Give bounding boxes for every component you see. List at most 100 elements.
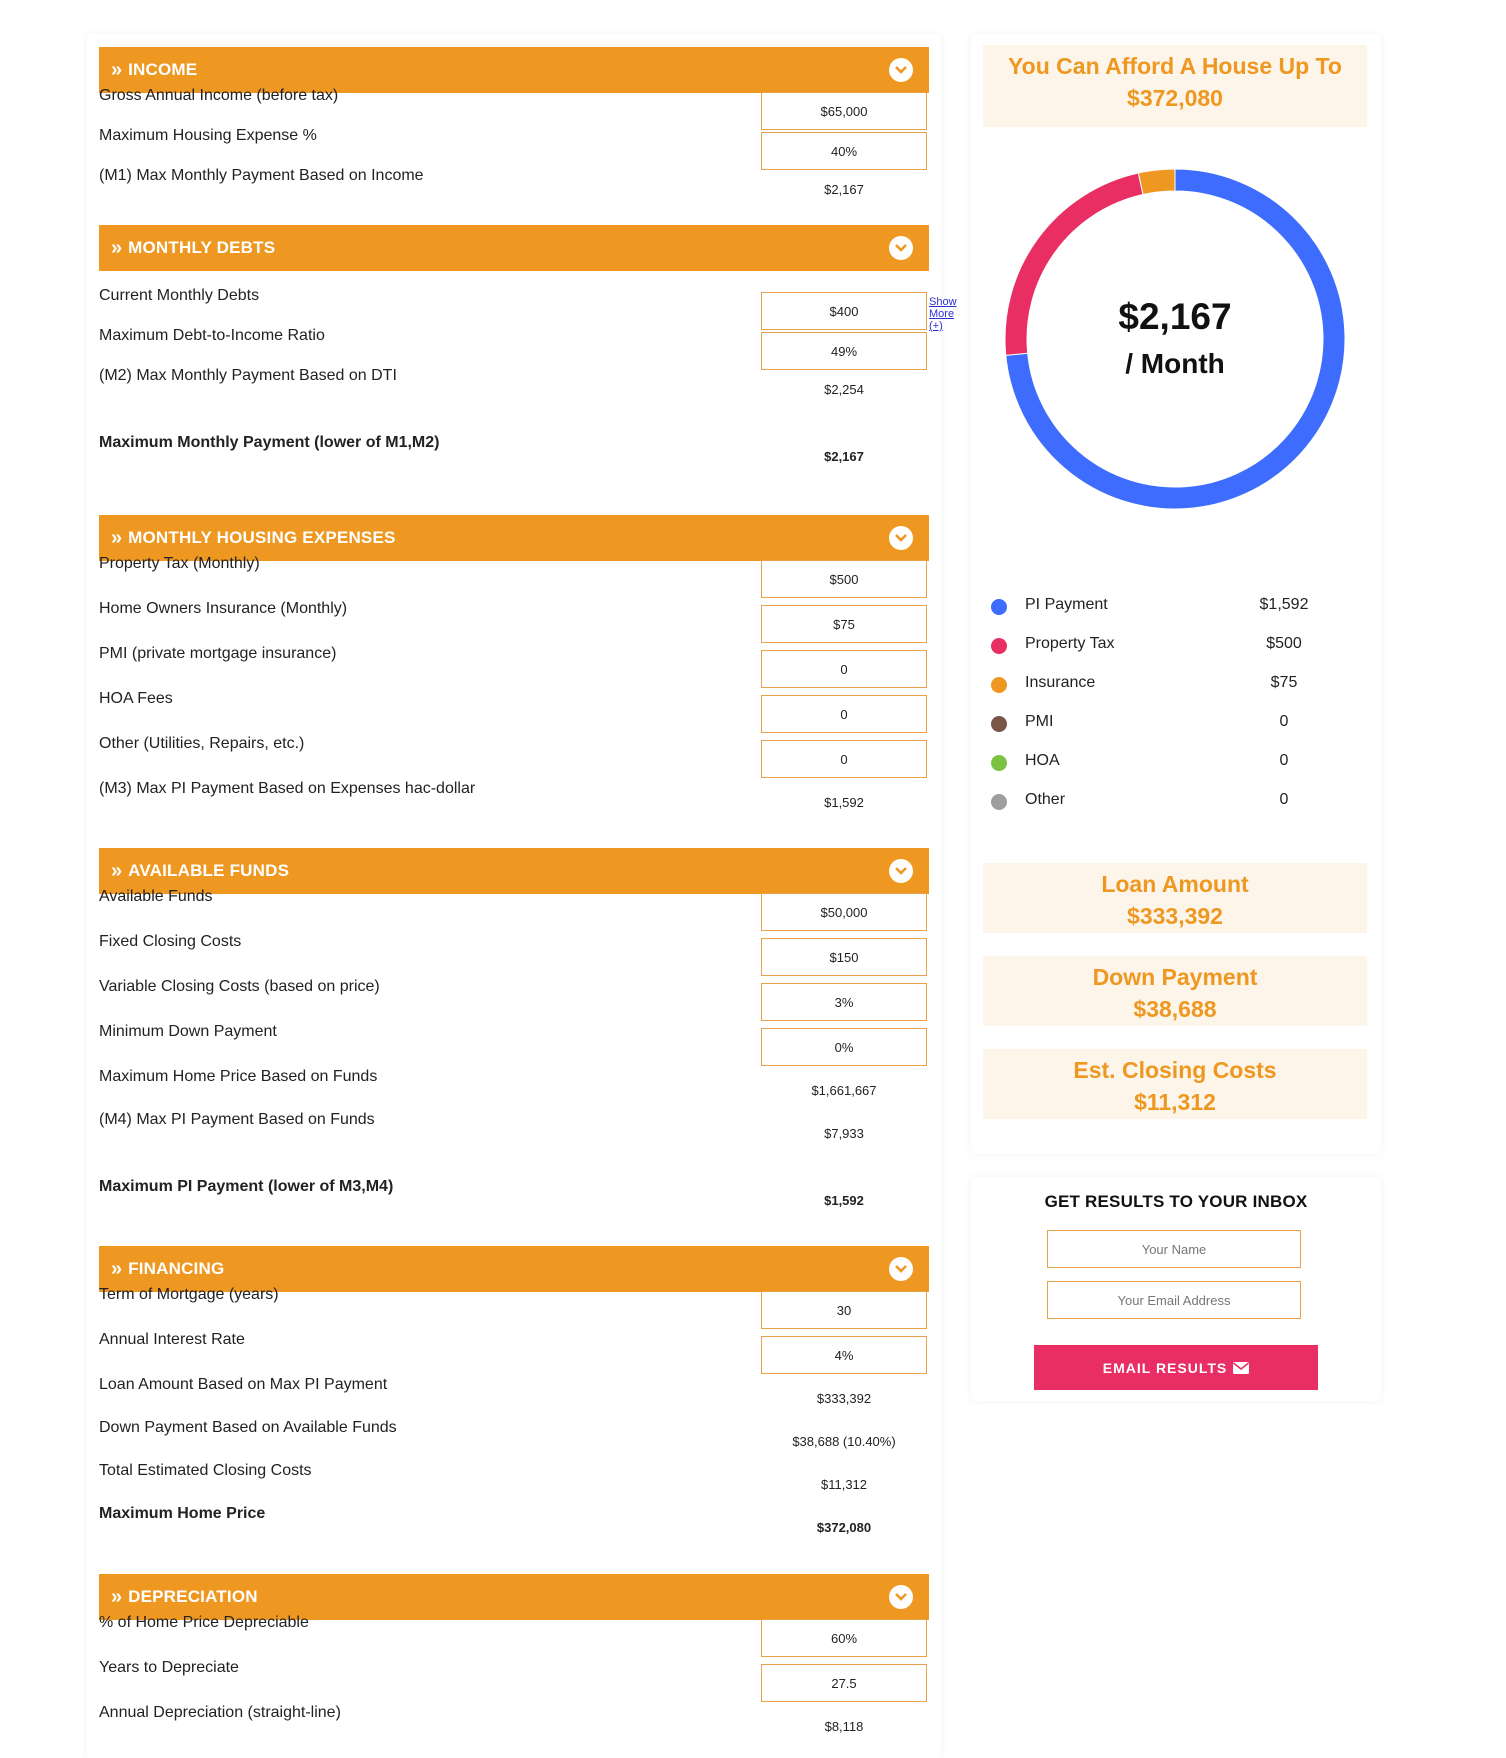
afford-title: You Can Afford A House Up To [1008,53,1342,79]
field-label: Term of Mortgage (years) [99,1286,279,1303]
other-input[interactable]: 0 [761,740,927,778]
closing-costs-box: Est. Closing Costs $11,312 [983,1049,1367,1119]
row-m2: (M2) Max Monthly Payment Based on DTI $2… [99,366,929,406]
email-results-button[interactable]: EMAIL RESULTS [1034,1345,1318,1390]
section-title: MONTHLY HOUSING EXPENSES [128,528,396,547]
legend-value: $1,592 [1259,596,1309,613]
legend-name: PMI [1025,713,1054,730]
years-depreciate-input[interactable]: 27.5 [761,1664,927,1702]
legend-value: $75 [1270,674,1298,691]
legend-dot [991,755,1007,771]
field-label: PMI (private mortgage insurance) [99,645,337,662]
chevron-down-icon[interactable] [889,1585,913,1609]
row-m4: (M4) Max PI Payment Based on Funds $7,93… [99,1110,929,1150]
term-input[interactable]: 30 [761,1291,927,1329]
field-label: Years to Depreciate [99,1659,239,1676]
property-tax-input[interactable]: $500 [761,560,927,598]
double-chevron-icon: » [111,859,122,882]
monthly-amount: $2,167 [1118,296,1232,337]
field-label: Maximum Debt-to-Income Ratio [99,327,325,344]
legend-item-insurance: Insurance $75 [991,674,1321,704]
row-max-monthly: Maximum Monthly Payment (lower of M1,M2)… [99,433,929,473]
row-variable-closing: Variable Closing Costs (based on price) … [99,977,929,1021]
afford-box: You Can Afford A House Up To $372,080 [983,45,1367,127]
m1-value: $2,167 [824,182,864,197]
legend-item-other: Other 0 [991,791,1321,821]
row-loan-amount: Loan Amount Based on Max PI Payment $333… [99,1375,929,1415]
row-m1: (M1) Max Monthly Payment Based on Income… [99,166,929,206]
chevron-down-icon[interactable] [889,859,913,883]
fixed-closing-input[interactable]: $150 [761,938,927,976]
insurance-input[interactable]: $75 [761,605,927,643]
legend-name: Other [1025,791,1066,808]
row-hoa: HOA Fees 0 [99,689,929,733]
field-label: Maximum Home Price Based on Funds [99,1068,378,1085]
min-down-input[interactable]: 0% [761,1028,927,1066]
loan-amount-title: Loan Amount [1101,871,1249,897]
field-label: Gross Annual Income (before tax) [99,87,339,104]
double-chevron-icon: » [111,526,122,549]
section-header-debts[interactable]: » MONTHLY DEBTS [99,225,929,271]
row-dti: Maximum Debt-to-Income Ratio 49% [99,326,929,370]
available-funds-input[interactable]: $50,000 [761,893,927,931]
down-payment-title: Down Payment [1092,964,1258,990]
chevron-down-icon[interactable] [889,1257,913,1281]
closing-costs-value: $11,312 [820,1477,868,1492]
field-label: Maximum Monthly Payment (lower of M1,M2) [99,434,440,451]
field-label: Property Tax (Monthly) [99,555,260,572]
row-fixed-closing: Fixed Closing Costs $150 [99,932,929,976]
legend-name: HOA [1025,752,1060,769]
row-annual-depreciation: Annual Depreciation (straight-line) $8,1… [99,1703,929,1743]
field-label: Fixed Closing Costs [99,933,242,950]
field-label: Total Estimated Closing Costs [99,1462,312,1479]
down-payment-box: Down Payment $38,688 [983,956,1367,1026]
email-button-label: EMAIL RESULTS [1102,1359,1228,1376]
closing-costs-title: Est. Closing Costs [1073,1057,1277,1083]
row-m3: (M3) Max PI Payment Based on Expenses ha… [99,779,929,819]
row-pmi: PMI (private mortgage insurance) 0 [99,644,929,688]
max-housing-input[interactable]: 40% [761,132,927,170]
rate-input[interactable]: 4% [761,1336,927,1374]
row-insurance: Home Owners Insurance (Monthly) $75 [99,599,929,643]
legend-dot [991,638,1007,654]
field-label: (M3) Max PI Payment Based on Expenses ha… [99,780,476,797]
closing-costs-value: $11,312 [1134,1089,1216,1115]
hoa-input[interactable]: 0 [761,695,927,733]
field-label: HOA Fees [99,690,173,707]
section-title: DEPRECIATION [128,1587,258,1606]
double-chevron-icon: » [111,1257,122,1280]
field-label: (M2) Max Monthly Payment Based on DTI [99,367,397,384]
legend-item-pmi: PMI 0 [991,713,1321,743]
legend-dot [991,716,1007,732]
legend-item-hoa: HOA 0 [991,752,1321,782]
name-input[interactable]: Your Name [1047,1230,1301,1268]
field-label: Minimum Down Payment [99,1023,277,1040]
legend-value: $500 [1266,635,1302,652]
double-chevron-icon: » [111,1585,122,1608]
email-input[interactable]: Your Email Address [1047,1281,1301,1319]
envelope-icon [1233,1361,1250,1374]
donut-center: $2,167 / Month [1004,168,1346,510]
section-title: INCOME [128,60,198,79]
row-available-funds: Available Funds $50,000 [99,887,929,931]
section-title: MONTHLY DEBTS [128,238,276,257]
row-depreciable-pct: % of Home Price Depreciable 60% [99,1613,929,1657]
depreciable-pct-input[interactable]: 60% [761,1619,927,1657]
current-debts-input[interactable]: $400 [761,292,927,330]
legend-item-property-tax: Property Tax $500 [991,635,1321,665]
row-term: Term of Mortgage (years) 30 [99,1285,929,1329]
row-max-housing: Maximum Housing Expense % 40% [99,126,929,170]
max-price-funds-value: $1,661,667 [811,1083,877,1098]
field-label: Current Monthly Debts [99,287,260,304]
pmi-input[interactable]: 0 [761,650,927,688]
gross-income-input[interactable]: $65,000 [761,92,927,130]
show-more-link[interactable]: Show More (+) [929,296,957,332]
chevron-down-icon[interactable] [889,58,913,82]
field-label: % of Home Price Depreciable [99,1614,309,1631]
dti-input[interactable]: 49% [761,332,927,370]
chevron-down-icon[interactable] [889,526,913,550]
m4-value: $7,933 [824,1126,864,1141]
chevron-down-icon[interactable] [889,236,913,260]
variable-closing-input[interactable]: 3% [761,983,927,1021]
down-payment-value: $38,688 [1133,996,1217,1022]
